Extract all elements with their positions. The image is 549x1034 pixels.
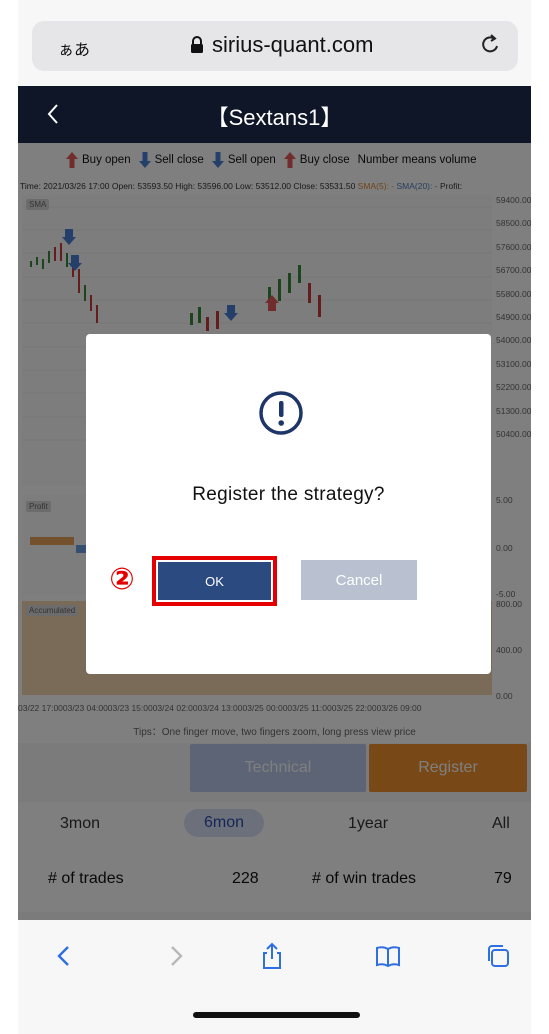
tabs-icon[interactable]: [484, 942, 512, 970]
share-icon[interactable]: [258, 942, 286, 970]
browser-toolbar: [18, 920, 531, 1034]
home-indicator: [193, 1012, 360, 1018]
forward-icon[interactable]: [162, 942, 190, 970]
browser-top-bar: ぁあ sirius-quant.com: [18, 0, 531, 86]
back-icon[interactable]: [50, 942, 78, 970]
step-2-badge: ②: [102, 560, 142, 600]
ok-button[interactable]: OK: [158, 562, 271, 600]
lock-icon: [191, 36, 203, 53]
dialog-message: Register the strategy?: [192, 484, 385, 505]
exclamation-circle-icon: [259, 391, 303, 435]
url-domain: sirius-quant.com: [212, 32, 374, 57]
app-header: 【Sextans1】: [18, 86, 531, 143]
cancel-button[interactable]: Cancel: [301, 560, 417, 600]
page-title: 【Sextans1】: [206, 105, 343, 130]
reader-settings-button[interactable]: ぁあ: [58, 36, 90, 60]
bookmarks-icon[interactable]: [374, 942, 402, 970]
confirm-dialog: Register the strategy? OK Cancel: [86, 334, 491, 674]
phone-screen: ぁあ sirius-quant.com 【Sextans1】 Buy open …: [18, 0, 531, 1034]
step-number: ②: [109, 563, 135, 596]
reload-icon[interactable]: [478, 33, 502, 57]
address-bar[interactable]: ぁあ sirius-quant.com: [32, 21, 518, 71]
